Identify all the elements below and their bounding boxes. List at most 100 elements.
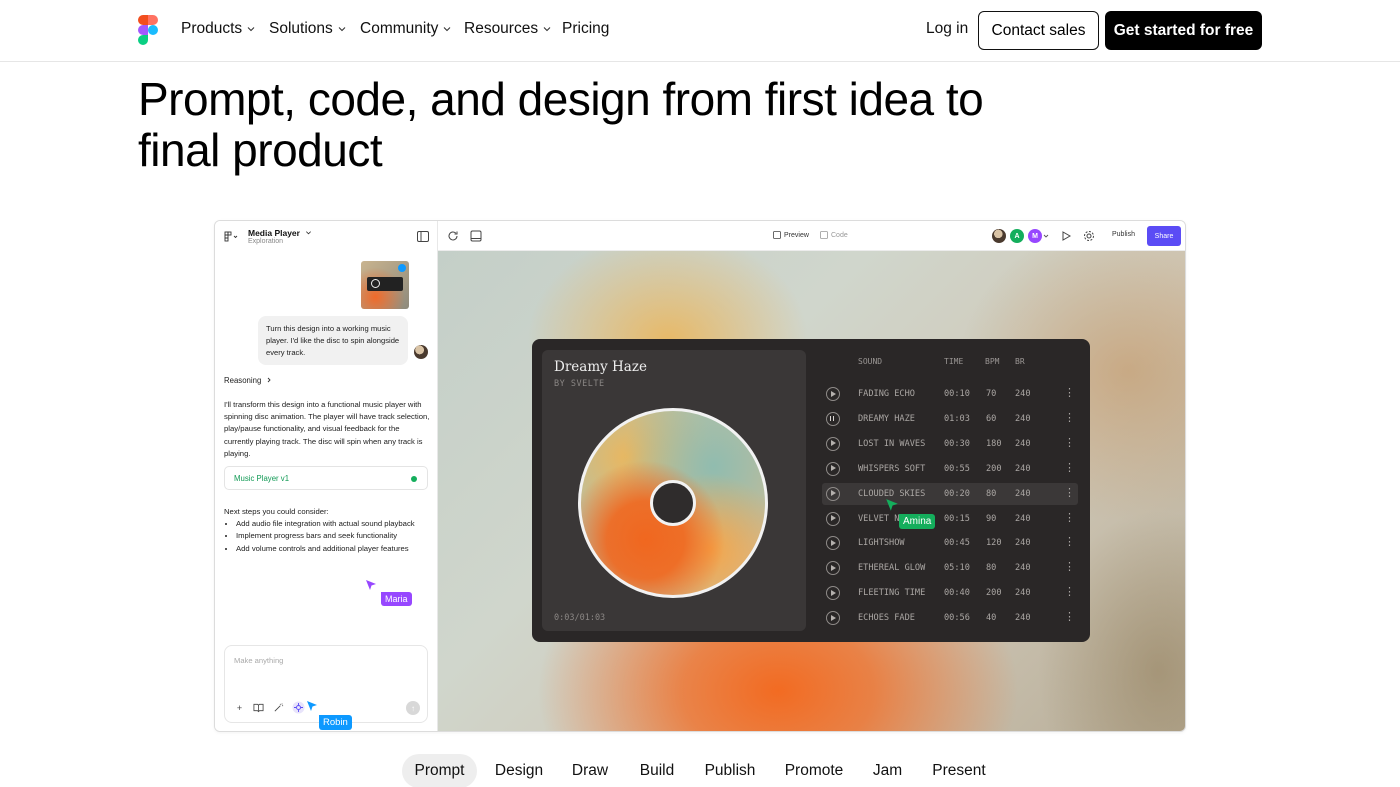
nav-products[interactable]: Products (181, 20, 255, 38)
play-icon[interactable] (826, 586, 840, 601)
chevron-right-icon (268, 377, 272, 383)
collaborator-avatar-a[interactable]: A (1010, 229, 1024, 243)
more-options-icon[interactable]: ⋮ (1064, 535, 1075, 549)
tab-prompt[interactable]: Prompt (402, 754, 477, 787)
share-button[interactable]: Share (1147, 226, 1181, 246)
send-button[interactable]: ↑ (406, 701, 420, 715)
preview-tab[interactable]: Preview (773, 231, 809, 239)
code-tab[interactable]: Code (820, 231, 848, 239)
nav-community[interactable]: Community (360, 20, 451, 38)
table-row[interactable]: ETHEREAL GLOW 05:10 80 240 ⋮ (822, 557, 1078, 579)
play-icon[interactable] (826, 536, 840, 551)
chevron-down-icon (247, 27, 255, 32)
collaborator-avatar[interactable] (992, 229, 1006, 243)
tab-promote[interactable]: Promote (777, 754, 851, 787)
collaborator-avatar-m[interactable]: M (1028, 229, 1042, 243)
figma-logo-icon[interactable] (138, 15, 158, 45)
assistant-response: I'll transform this design into a functi… (224, 400, 430, 458)
track-bpm: 80 (986, 488, 997, 499)
contact-sales-button[interactable]: Contact sales (978, 11, 1099, 50)
more-options-icon[interactable]: ⋮ (1064, 486, 1075, 500)
book-icon[interactable] (253, 702, 264, 713)
tab-design[interactable]: Design (487, 754, 551, 787)
nav-pricing-label: Pricing (562, 20, 610, 37)
play-icon[interactable] (826, 511, 840, 526)
nav-resources[interactable]: Resources (464, 20, 551, 38)
nav-solutions[interactable]: Solutions (269, 20, 346, 38)
track-time: 00:55 (944, 463, 970, 474)
more-options-icon[interactable]: ⋮ (1064, 585, 1075, 599)
track-name: DREAMY HAZE (858, 413, 915, 424)
more-options-icon[interactable]: ⋮ (1064, 610, 1075, 624)
track-br: 240 (1015, 488, 1031, 499)
more-options-icon[interactable]: ⋮ (1064, 461, 1075, 475)
more-options-icon[interactable]: ⋮ (1064, 436, 1075, 450)
reasoning-toggle[interactable]: Reasoning (224, 376, 272, 385)
cursor-arrow-icon (886, 499, 898, 511)
spinning-disc[interactable] (578, 408, 768, 598)
play-icon[interactable] (1060, 230, 1072, 242)
now-playing-title: Dreamy Haze (554, 359, 647, 375)
tab-draw[interactable]: Draw (564, 754, 616, 787)
login-link[interactable]: Log in (926, 20, 968, 38)
play-icon[interactable] (826, 561, 840, 576)
track-br: 240 (1015, 538, 1031, 549)
table-row[interactable]: DREAMY HAZE 01:03 60 240 ⋮ (822, 408, 1078, 430)
magic-wand-icon[interactable] (273, 702, 284, 713)
prompt-input[interactable]: Make anything + ↑ (224, 645, 428, 723)
preview-tab-label: Preview (784, 231, 809, 239)
music-player-version-card[interactable]: Music Player v1 (224, 466, 428, 490)
sparkle-settings-icon[interactable] (292, 701, 305, 714)
table-row[interactable]: WHISPERS SOFT 00:55 200 240 ⋮ (822, 458, 1078, 480)
add-icon[interactable]: + (234, 702, 245, 713)
project-title[interactable]: Media Player (248, 228, 312, 238)
project-title-text: Media Player (248, 228, 300, 238)
tab-jam[interactable]: Jam (865, 754, 910, 787)
track-br: 240 (1015, 413, 1031, 424)
code-tab-label: Code (831, 231, 848, 239)
gear-icon[interactable] (1083, 230, 1095, 242)
track-bpm: 200 (986, 588, 1002, 599)
more-options-icon[interactable]: ⋮ (1064, 511, 1075, 525)
table-row[interactable]: LOST IN WAVES 00:30 180 240 ⋮ (822, 433, 1078, 455)
tab-publish[interactable]: Publish (697, 754, 763, 787)
play-icon[interactable] (826, 436, 840, 451)
nav-products-label: Products (181, 20, 243, 37)
play-icon[interactable] (826, 611, 840, 626)
track-name: LIGHTSHOW (858, 538, 905, 549)
publish-button[interactable]: Publish (1112, 231, 1135, 238)
sidebar-toggle-icon[interactable] (417, 231, 429, 242)
pause-icon[interactable] (826, 411, 840, 426)
design-thumbnail[interactable] (361, 261, 409, 309)
more-options-icon[interactable]: ⋮ (1064, 560, 1075, 574)
tab-build[interactable]: Build (631, 754, 683, 787)
table-row[interactable]: CLOUDED SKIES 00:20 80 240 ⋮ (822, 482, 1078, 505)
get-started-button[interactable]: Get started for free (1105, 11, 1262, 50)
nav-community-label: Community (360, 20, 439, 37)
more-options-icon[interactable]: ⋮ (1064, 386, 1075, 400)
table-row[interactable]: ECHOES FADE 00:56 40 240 ⋮ (822, 607, 1078, 629)
table-row[interactable]: LIGHTSHOW 00:45 120 240 ⋮ (822, 532, 1078, 554)
playback-time: 0:03/01:03 (554, 613, 606, 623)
refresh-icon[interactable] (447, 230, 459, 242)
column-sound: SOUND (858, 357, 883, 366)
user-message: Turn this design into a working music pl… (258, 316, 408, 366)
more-options-icon[interactable]: ⋮ (1064, 411, 1075, 425)
tab-present[interactable]: Present (922, 754, 996, 787)
table-row[interactable]: VELVET N 00:15 90 240 ⋮ (822, 508, 1078, 530)
play-icon[interactable] (826, 461, 840, 476)
cursor-label-robin: Robin (319, 715, 352, 730)
list-item: Add volume controls and additional playe… (236, 543, 430, 555)
hero-title-line-1: Prompt, code, and design from first idea… (138, 73, 984, 125)
track-name: FLEETING TIME (858, 588, 926, 599)
play-icon[interactable] (826, 486, 840, 501)
play-icon[interactable] (826, 387, 840, 401)
figma-menu-icon[interactable] (224, 231, 238, 243)
table-row[interactable]: FADING ECHO 00:10 70 240 ⋮ (822, 383, 1078, 405)
device-frame-icon[interactable] (470, 230, 482, 242)
chevron-down-icon[interactable] (1043, 234, 1049, 239)
nav-pricing[interactable]: Pricing (562, 20, 609, 38)
table-row[interactable]: FLEETING TIME 00:40 200 240 ⋮ (822, 582, 1078, 604)
cursor-label-amina: Amina (899, 514, 936, 529)
top-nav: Products Solutions Community Resources P… (0, 0, 1400, 62)
